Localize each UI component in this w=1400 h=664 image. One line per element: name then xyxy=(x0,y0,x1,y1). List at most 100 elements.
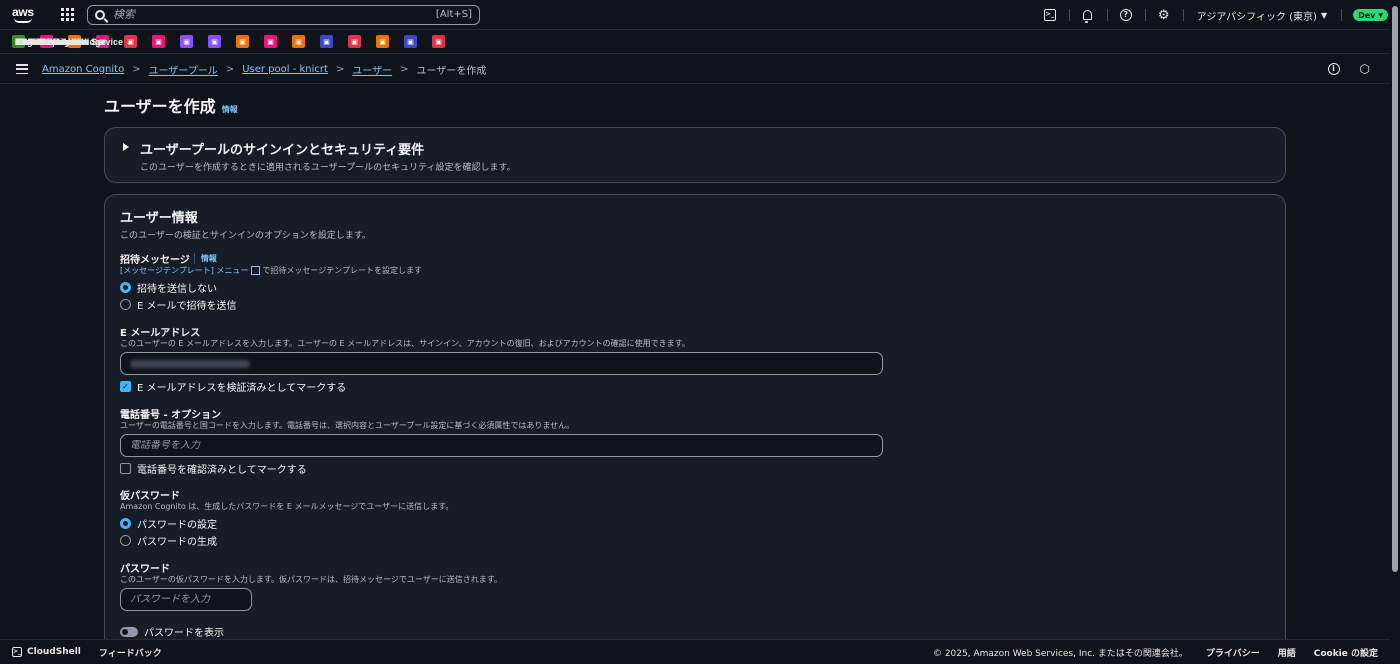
email-value-redacted xyxy=(130,359,250,368)
services-menu-icon[interactable] xyxy=(61,7,75,22)
radio-button-selected[interactable] xyxy=(120,282,131,293)
footer: >_ CloudShell フィードバック © 2025, Amazon Web… xyxy=(0,639,1390,664)
footer-cloudshell-label: CloudShell xyxy=(27,647,81,657)
breadcrumb-amazon-cognito[interactable]: Amazon Cognito xyxy=(42,64,124,75)
tools-panel-icon[interactable]: ⬡ xyxy=(1360,62,1370,76)
ec2-icon: ▣ xyxy=(376,35,389,48)
bell-icon xyxy=(1083,10,1093,23)
radio-set-password-label: パスワードの設定 xyxy=(137,520,217,531)
show-password-toggle-row[interactable]: パスワードを表示 xyxy=(120,624,224,639)
phone-input[interactable] xyxy=(130,440,873,451)
eventbridge-icon: ▣ xyxy=(264,35,277,48)
favorite-cloud9[interactable]: ▣ Cloud9 xyxy=(15,35,421,48)
cloudformation-icon: ▣ xyxy=(152,35,165,48)
expand-caret-icon[interactable] xyxy=(123,143,129,151)
favorite-label: Cognito xyxy=(15,36,49,47)
favorite-elastic-beanstalk[interactable]: ▣ Elastic Beanstalk xyxy=(15,35,253,48)
scrollbar-thumb[interactable] xyxy=(1392,6,1398,572)
search-box[interactable]: [Alt+S] xyxy=(87,4,480,25)
chevron-right-icon: > xyxy=(132,63,141,75)
favorite-cloudformation[interactable]: ▣ CloudFormation xyxy=(15,35,169,48)
breadcrumb-user-pools[interactable]: ユーザープール xyxy=(149,62,218,77)
breadcrumb-user-pool[interactable]: User pool - knicrt xyxy=(242,64,328,75)
api-gateway-icon: ▣ xyxy=(180,35,193,48)
footer-privacy-link[interactable]: プライバシー xyxy=(1206,646,1260,659)
gear-icon: ⚙ xyxy=(1157,7,1170,23)
favorite-iam[interactable]: ▣ IAM xyxy=(15,35,365,48)
caret-down-icon: ▼ xyxy=(1320,10,1328,20)
ecs-icon: ▣ xyxy=(292,35,305,48)
email-description: このユーザーの E メールアドレスを入力します。ユーザーの E メールアドレスは… xyxy=(120,339,690,348)
favorite-vpc[interactable]: ▣ VPC xyxy=(15,35,225,48)
password-input[interactable] xyxy=(130,594,242,605)
footer-cloudshell-button[interactable]: >_ CloudShell xyxy=(12,647,81,657)
footer-right: © 2025, Amazon Web Services, Inc. またはその関… xyxy=(933,640,1378,664)
region-label: アジアパシフィック (東京) xyxy=(1196,11,1317,23)
menu-icon[interactable] xyxy=(16,64,28,74)
radio-no-invite-label: 招待を送信しない xyxy=(137,284,217,295)
breadcrumb-bar: Amazon Cognito > ユーザープール > User pool - k… xyxy=(0,55,1390,84)
radio-no-invite[interactable]: 招待を送信しない xyxy=(120,280,217,295)
invitation-template-hint: [メッセージテンプレート] メニュー で招待メッセージテンプレートを設定します xyxy=(120,265,422,276)
phone-field[interactable] xyxy=(120,434,883,457)
favorite-aws-amplify[interactable]: ▣ AWS Amplify xyxy=(15,35,141,48)
password-field[interactable] xyxy=(120,588,252,611)
temp-password-description: Amazon Cognito は、生成したパスワードを E メールメッセージでユ… xyxy=(120,502,454,511)
account-badge[interactable]: Dev ▼ xyxy=(1353,9,1388,21)
footer-terms-link[interactable]: 用語 xyxy=(1278,646,1296,659)
cloudshell-button[interactable]: >_ xyxy=(1031,0,1069,30)
favorite-ec2[interactable]: ▣ EC2 xyxy=(15,35,393,48)
email-verified-label: E メールアドレスを検証済みとしてマークする xyxy=(137,383,347,394)
phone-description: ユーザーの電話番号と国コードを入力します。電話番号は、選択内容とユーザープール設… xyxy=(120,421,575,430)
show-password-label: パスワードを表示 xyxy=(144,628,224,639)
page-scrollbar[interactable] xyxy=(1390,0,1400,664)
radio-set-password[interactable]: パスワードの設定 xyxy=(120,516,217,531)
email-field[interactable] xyxy=(120,352,883,375)
page-info-link[interactable]: 情報 xyxy=(222,104,238,115)
cognito-icon: ▣ xyxy=(432,35,445,48)
favorite-amazon-eventbridge[interactable]: ▣ Amazon EventBridge xyxy=(15,35,281,48)
show-password-toggle[interactable] xyxy=(120,626,138,637)
region-selector[interactable]: アジアパシフィック (東京) ▼ xyxy=(1182,0,1341,30)
page-title-text: ユーザーを作成 xyxy=(104,97,216,116)
connect-icon: ▣ xyxy=(320,35,333,48)
radio-button-selected[interactable] xyxy=(120,518,131,529)
phone-verified-label: 電話番号を確認済みとしてマークする xyxy=(137,465,307,476)
invitation-info-link[interactable]: 情報 xyxy=(193,253,217,264)
breadcrumb-users[interactable]: ユーザー xyxy=(352,62,392,77)
phone-verified-checkbox-row[interactable]: 電話番号を確認済みとしてマークする xyxy=(120,461,307,476)
aws-smile-icon xyxy=(14,18,32,23)
footer-feedback-link[interactable]: フィードバック xyxy=(99,646,162,659)
footer-copyright: © 2025, Amazon Web Services, Inc. またはその関… xyxy=(932,649,1188,659)
chevron-right-icon: > xyxy=(225,63,235,75)
breadcrumb-tools: i ⬡ xyxy=(1327,62,1370,76)
user-info-title: ユーザー情報 xyxy=(120,211,198,226)
email-verified-checkbox[interactable]: ✓ xyxy=(120,381,131,392)
password-description: このユーザーの仮パスワードを入力します。仮パスワードは、招待メッセージでユーザー… xyxy=(120,575,502,584)
favorite-elastic-container-service[interactable]: ▣ Elastic Container Service xyxy=(15,35,309,48)
security-requirements-panel[interactable]: ユーザープールのサインインとセキュリティ要件 このユーザーを作成するときに適用さ… xyxy=(104,127,1286,183)
favorite-cognito[interactable]: ▣ Cognito xyxy=(15,35,449,48)
search-input[interactable] xyxy=(113,8,436,21)
iam-icon: ▣ xyxy=(348,35,361,48)
vpc-icon: ▣ xyxy=(208,35,221,48)
radio-generate-password[interactable]: パスワードの生成 xyxy=(120,533,217,548)
search-icon xyxy=(95,9,105,20)
settings-button[interactable]: ⚙ xyxy=(1144,0,1183,30)
radio-button[interactable] xyxy=(120,299,131,310)
radio-email-invite[interactable]: E メールで招待を送信 xyxy=(120,297,237,312)
email-verified-checkbox-row[interactable]: ✓ E メールアドレスを検証済みとしてマークする xyxy=(120,379,346,394)
security-requirements-title[interactable]: ユーザープールのサインインとセキュリティ要件 xyxy=(140,139,424,158)
external-link-icon xyxy=(251,266,261,275)
info-panel-icon[interactable]: i xyxy=(1327,63,1340,75)
notifications-button[interactable] xyxy=(1068,0,1107,30)
favorite-amazon-connect[interactable]: ▣ Amazon Connect xyxy=(15,35,337,48)
help-button[interactable]: ? xyxy=(1106,0,1145,30)
phone-verified-checkbox[interactable] xyxy=(120,463,131,474)
favorite-api-gateway[interactable]: ▣ API Gateway xyxy=(15,35,197,48)
radio-button[interactable] xyxy=(120,535,131,546)
footer-cookie-link[interactable]: Cookie の設定 xyxy=(1314,646,1378,659)
caret-down-icon: ▼ xyxy=(1378,11,1383,19)
aws-logo[interactable]: aws xyxy=(12,5,36,25)
message-template-link[interactable]: [メッセージテンプレート] メニュー xyxy=(120,265,248,276)
